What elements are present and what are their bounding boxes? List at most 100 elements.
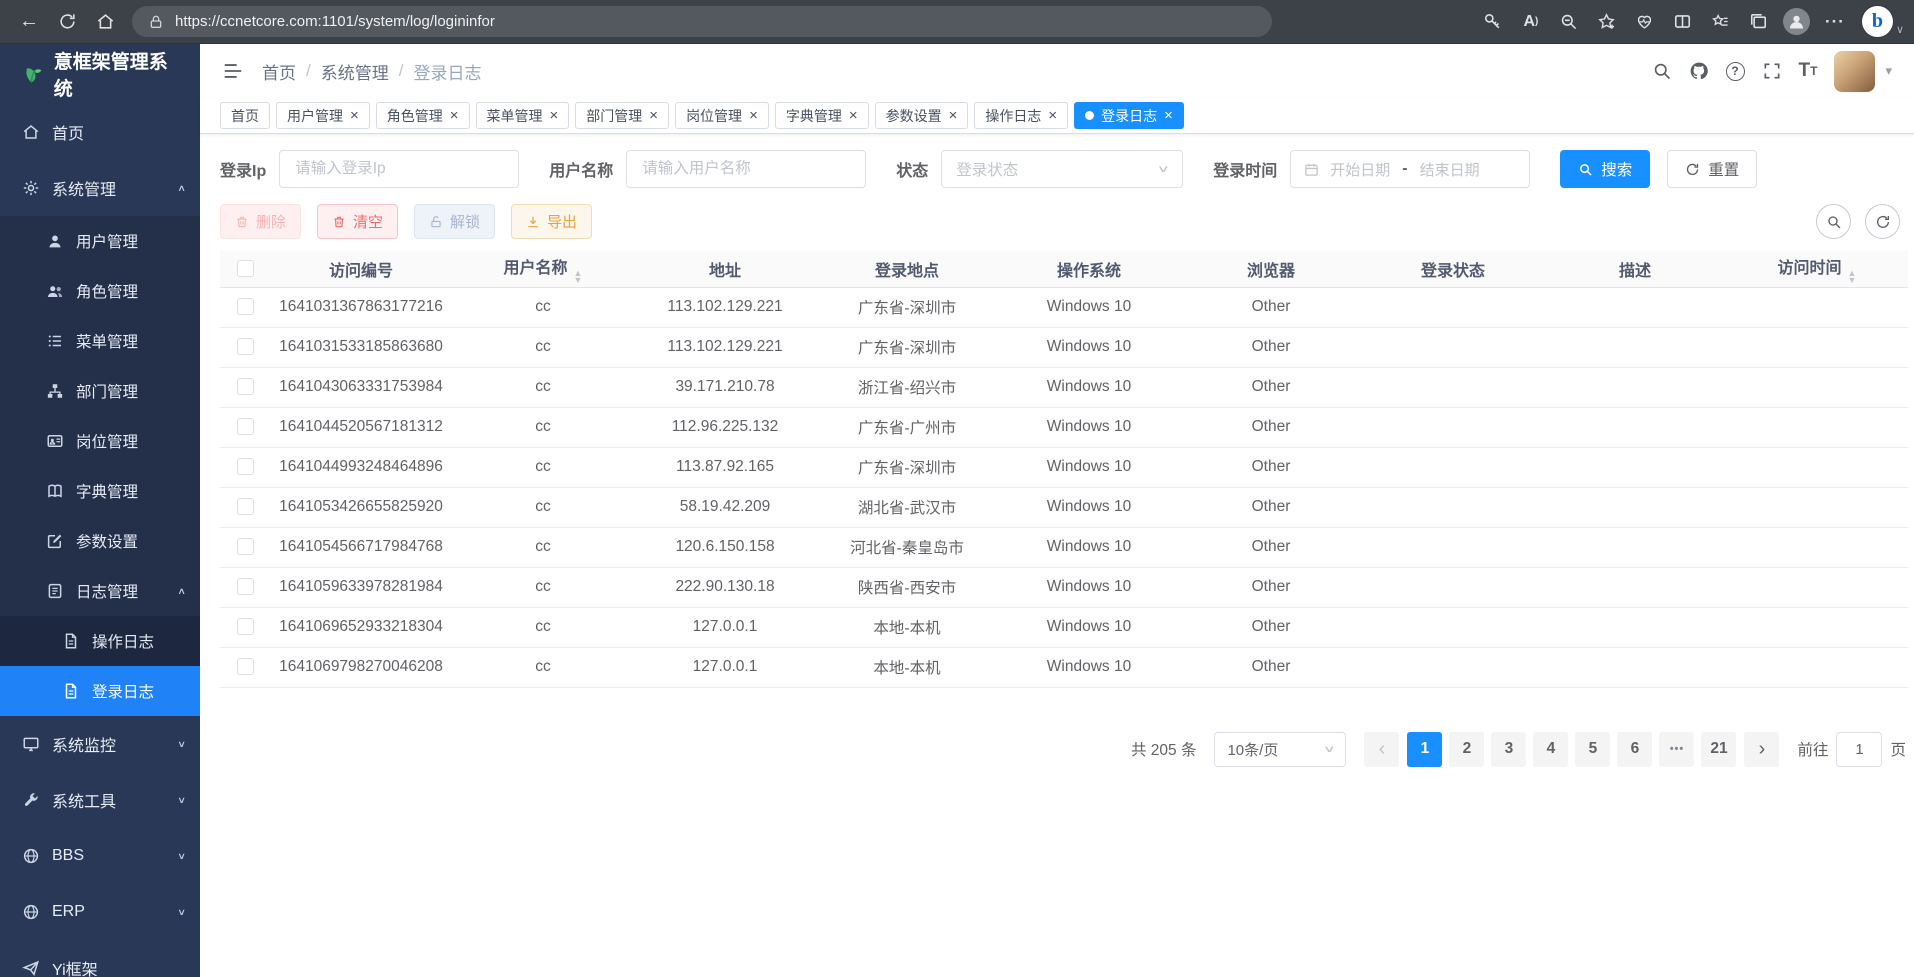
sidebar-item-user[interactable]: 用户管理 [0,216,200,266]
page-button-6[interactable]: 6 [1617,732,1652,767]
user-menu-caret-icon[interactable]: ▾ [1885,63,1892,79]
collapse-toolbar-icon[interactable]: ∨ [1896,23,1904,36]
sidebar-item-operlog[interactable]: 操作日志 [0,616,200,666]
row-checkbox[interactable] [237,378,254,395]
row-checkbox[interactable] [237,498,254,515]
tab-6[interactable]: 字典管理× [775,102,869,129]
status-select[interactable]: 登录状态 ∨ [941,150,1183,188]
reset-button[interactable]: 重置 [1667,150,1757,188]
page-button-5[interactable]: 5 [1575,732,1610,767]
tab-8[interactable]: 操作日志× [974,102,1068,129]
login-time-range[interactable]: 开始日期 - 结束日期 [1290,150,1530,188]
sort-desc-icon[interactable]: ▼ [1848,277,1857,284]
sidebar-item-config[interactable]: 参数设置 [0,516,200,566]
sidebar-item-erp[interactable]: ERP∨ [0,884,200,940]
close-icon[interactable]: × [749,108,758,123]
row-checkbox[interactable] [237,418,254,435]
tab-0[interactable]: 首页 [220,102,270,129]
browser-home-icon[interactable] [86,5,124,39]
clear-button[interactable]: 清空 [317,204,398,239]
github-icon[interactable] [1689,61,1709,81]
sort-icons[interactable]: ▲▼ [574,270,583,284]
sidebar-item-loginlog[interactable]: 登录日志 [0,666,200,716]
column-header-1[interactable]: 用户名称▲▼ [452,251,634,287]
sort-desc-icon[interactable]: ▼ [574,277,583,284]
prev-page-button[interactable]: ‹ [1364,732,1399,767]
row-checkbox[interactable] [237,458,254,475]
select-all-checkbox[interactable] [237,260,254,277]
page-button-3[interactable]: 3 [1491,732,1526,767]
sidebar-item-monitor[interactable]: 系统监控∨ [0,716,200,772]
split-screen-icon[interactable] [1664,5,1702,39]
header-search-icon[interactable] [1652,61,1672,81]
close-icon[interactable]: × [550,108,559,123]
read-aloud-icon[interactable]: A) [1512,5,1550,39]
password-key-icon[interactable] [1474,5,1512,39]
row-checkbox[interactable] [237,578,254,595]
unlock-button[interactable]: 解锁 [414,204,495,239]
back-icon[interactable]: ← [10,5,48,39]
tab-4[interactable]: 部门管理× [575,102,669,129]
delete-button[interactable]: 删除 [220,204,301,239]
browser-essentials-icon[interactable] [1626,5,1664,39]
row-checkbox[interactable] [237,618,254,635]
profile-icon[interactable] [1778,5,1816,39]
close-icon[interactable]: × [649,108,658,123]
help-icon[interactable]: ? [1726,62,1745,81]
next-page-button[interactable]: › [1744,732,1779,767]
fullscreen-icon[interactable] [1762,61,1782,81]
breadcrumb-system[interactable]: 系统管理 [321,59,389,84]
site-info-icon[interactable] [148,14,164,30]
toggle-search-button[interactable] [1816,204,1851,239]
address-bar[interactable]: https://ccnetcore.com:1101/system/log/lo… [132,6,1272,37]
user-name-input[interactable] [626,150,866,188]
breadcrumb-home[interactable]: 首页 [262,59,296,84]
more-pages-button[interactable]: ••• [1659,732,1694,767]
sidebar-item-home[interactable]: 首页 [0,104,200,160]
close-icon[interactable]: × [1164,108,1173,123]
page-button-2[interactable]: 2 [1449,732,1484,767]
row-checkbox[interactable] [237,658,254,675]
tab-7[interactable]: 参数设置× [875,102,969,129]
refresh-table-button[interactable] [1865,204,1900,239]
user-avatar[interactable] [1834,51,1875,92]
sidebar-item-system[interactable]: 系统管理∧ [0,160,200,216]
more-icon[interactable]: ··· [1816,5,1854,39]
close-icon[interactable]: × [450,108,459,123]
zoom-out-icon[interactable] [1550,5,1588,39]
sidebar-item-log[interactable]: 日志管理∧ [0,566,200,616]
tab-3[interactable]: 菜单管理× [476,102,570,129]
sidebar-item-dict[interactable]: 字典管理 [0,466,200,516]
tab-9[interactable]: 登录日志× [1074,102,1184,129]
search-button[interactable]: 搜索 [1560,150,1650,188]
sidebar-item-menu[interactable]: 菜单管理 [0,316,200,366]
sidebar-item-yi[interactable]: Yi框架 [0,940,200,977]
collections-icon[interactable] [1740,5,1778,39]
sidebar-item-tool[interactable]: 系统工具∨ [0,772,200,828]
sidebar-item-bbs[interactable]: BBS∨ [0,828,200,884]
goto-page-input[interactable] [1836,732,1882,767]
page-button-4[interactable]: 4 [1533,732,1568,767]
app-logo[interactable]: 意框架管理系统 [0,44,200,104]
column-header-8[interactable]: 访问时间▲▼ [1726,251,1908,287]
sidebar-item-post[interactable]: 岗位管理 [0,416,200,466]
sidebar-item-dept[interactable]: 部门管理 [0,366,200,416]
close-icon[interactable]: × [849,108,858,123]
page-button-21[interactable]: 21 [1701,732,1736,767]
copilot-icon[interactable]: b [1862,6,1893,37]
tab-1[interactable]: 用户管理× [276,102,370,129]
row-checkbox[interactable] [237,298,254,315]
export-button[interactable]: 导出 [511,204,592,239]
add-favorite-icon[interactable] [1588,5,1626,39]
close-icon[interactable]: × [1048,108,1057,123]
tab-2[interactable]: 角色管理× [376,102,470,129]
font-size-icon[interactable]: TT [1799,60,1818,82]
refresh-icon[interactable] [48,5,86,39]
row-checkbox[interactable] [237,538,254,555]
sidebar-item-role[interactable]: 角色管理 [0,266,200,316]
page-size-select[interactable]: 10条/页 ∨ [1214,732,1346,767]
close-icon[interactable]: × [350,108,359,123]
favorites-icon[interactable] [1702,5,1740,39]
login-ip-input[interactable] [279,150,519,188]
row-checkbox[interactable] [237,338,254,355]
